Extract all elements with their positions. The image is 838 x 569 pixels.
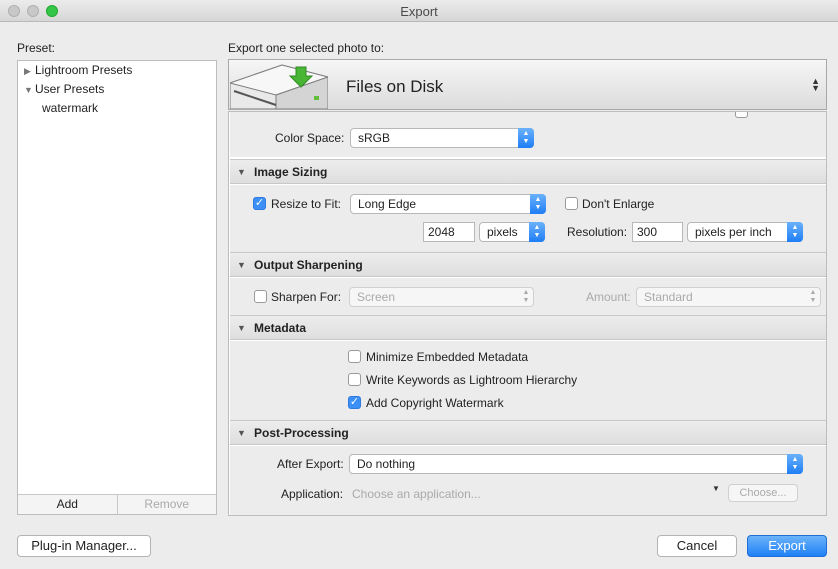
resolution-label: Resolution: [567, 225, 628, 239]
application-input: Choose an application... [352, 487, 481, 501]
section-header-post-processing[interactable]: ▼ Post-Processing [230, 420, 826, 445]
metadata-option-label: Write Keywords as Lightroom Hierarchy [366, 373, 578, 387]
disclosure-down-icon: ▼ [237, 260, 246, 270]
export-destination-popup[interactable]: Files on Disk ▲ ▼ [228, 59, 827, 110]
size-unit-value: pixels [487, 225, 518, 239]
amount-select: Standard ▲ ▼ [636, 287, 821, 307]
resolution-input[interactable]: 300 [632, 222, 683, 242]
after-export-select[interactable]: Do nothing ▲ ▼ [349, 454, 803, 474]
section-title: Metadata [254, 321, 307, 335]
resize-to-fit-checkbox[interactable]: ✓ [253, 197, 266, 210]
preset-folder-label: Lightroom Presets [35, 63, 133, 77]
application-label: Application: [281, 487, 344, 501]
size-value-input[interactable]: 2048 [423, 222, 475, 242]
resolution-unit-select[interactable]: pixels per inch ▲ ▼ [687, 222, 803, 242]
preset-footer: Add Remove [18, 494, 216, 514]
resize-mode-select[interactable]: Long Edge ▲ ▼ [350, 194, 546, 214]
dont-enlarge-label: Don't Enlarge [582, 197, 655, 211]
metadata-option-label: Add Copyright Watermark [366, 396, 504, 410]
image-sizing-section: ✓ Resize to Fit: Long Edge ▲ ▼ Don't Enla… [230, 185, 826, 253]
export-destination-label: Export one selected photo to: [228, 41, 385, 55]
section-header-metadata[interactable]: ▼ Metadata [230, 315, 826, 340]
select-arrows-icon: ▲ ▼ [522, 289, 530, 304]
plugin-manager-button[interactable]: Plug-in Manager... [17, 535, 151, 557]
size-unit-select[interactable]: pixels ▲ ▼ [479, 222, 545, 242]
preset-label: Preset: [17, 41, 56, 55]
cancel-button[interactable]: Cancel [657, 535, 737, 557]
color-space-value: sRGB [358, 131, 391, 145]
metadata-option-label: Minimize Embedded Metadata [366, 350, 529, 364]
select-arrows-icon: ▲ ▼ [809, 289, 817, 304]
dont-enlarge-checkbox[interactable] [565, 197, 578, 210]
section-title: Output Sharpening [254, 258, 363, 272]
color-space-select[interactable]: sRGB ▲ ▼ [350, 128, 534, 148]
remove-preset-button: Remove [144, 497, 190, 511]
disclosure-down-icon[interactable]: ▼ [24, 85, 35, 95]
select-arrows-icon: ▲ ▼ [530, 194, 546, 214]
file-settings-section: Color Space: sRGB ▲ ▼ [230, 112, 826, 157]
disclosure-right-icon[interactable]: ▶ [24, 66, 35, 77]
sharpen-for-checkbox[interactable] [254, 290, 267, 303]
resize-mode-value: Long Edge [358, 197, 417, 211]
copyright-watermark-checkbox[interactable]: ✓ [348, 396, 361, 409]
after-export-label: After Export: [277, 457, 344, 471]
disclosure-down-icon: ▼ [237, 323, 246, 333]
select-arrows-icon: ▲ ▼ [529, 222, 545, 242]
preset-item-watermark[interactable]: watermark [42, 101, 98, 115]
disclosure-down-icon: ▼ [237, 428, 246, 438]
add-preset-button[interactable]: Add [18, 495, 118, 514]
select-arrows-icon: ▲ ▼ [787, 454, 803, 474]
section-title: Image Sizing [254, 165, 328, 179]
resize-to-fit-label: Resize to Fit: [271, 197, 342, 211]
hard-drive-icon [230, 64, 328, 109]
choose-application-button: Choose... [728, 484, 798, 502]
preset-list: ▶ Lightroom Presets ▼ User Presets waterma… [17, 60, 217, 515]
write-keywords-checkbox[interactable] [348, 373, 361, 386]
export-destination-value: Files on Disk [346, 77, 444, 96]
after-export-value: Do nothing [357, 457, 416, 471]
export-settings-panel: Color Space: sRGB ▲ ▼ ▼ Image Sizing ✓ Re… [228, 111, 827, 516]
window-title: Export [400, 4, 438, 19]
section-title: Post-Processing [254, 426, 349, 440]
disclosure-down-icon: ▼ [237, 167, 246, 177]
section-header-image-sizing[interactable]: ▼ Image Sizing [230, 159, 826, 184]
resolution-unit-value: pixels per inch [695, 225, 772, 239]
amount-label: Amount: [586, 290, 631, 304]
preset-folder-label: User Presets [35, 82, 105, 96]
post-processing-section: After Export: Do nothing ▲ ▼ Application:… [230, 446, 826, 515]
title-bar: Export [0, 0, 838, 22]
select-arrows-icon: ▲ ▼ [787, 222, 803, 242]
sharpen-for-select: Screen ▲ ▼ [349, 287, 534, 307]
section-header-output-sharpening[interactable]: ▼ Output Sharpening [230, 252, 826, 277]
select-arrows-icon: ▲ ▼ [518, 128, 534, 148]
sharpen-for-label: Sharpen For: [271, 290, 342, 304]
metadata-section: Minimize Embedded Metadata Write Keyword… [230, 341, 826, 421]
sharpen-for-value: Screen [357, 290, 396, 304]
preset-folder-lightroom[interactable]: ▶ Lightroom Presets [24, 63, 132, 77]
amount-value: Standard [644, 290, 693, 304]
minimize-metadata-checkbox[interactable] [348, 350, 361, 363]
preset-item-label: watermark [42, 101, 99, 115]
output-sharpening-section: Sharpen For: Screen ▲ ▼ Amount: Standard … [230, 278, 826, 316]
preset-folder-user[interactable]: ▼ User Presets [24, 82, 104, 96]
export-button[interactable]: Export [747, 535, 827, 557]
partial-checkbox[interactable] [735, 112, 748, 118]
dropdown-arrow-icon: ▼ [712, 484, 720, 493]
popup-arrows-icon: ▲ ▼ [811, 76, 820, 93]
color-space-label: Color Space: [275, 131, 345, 145]
